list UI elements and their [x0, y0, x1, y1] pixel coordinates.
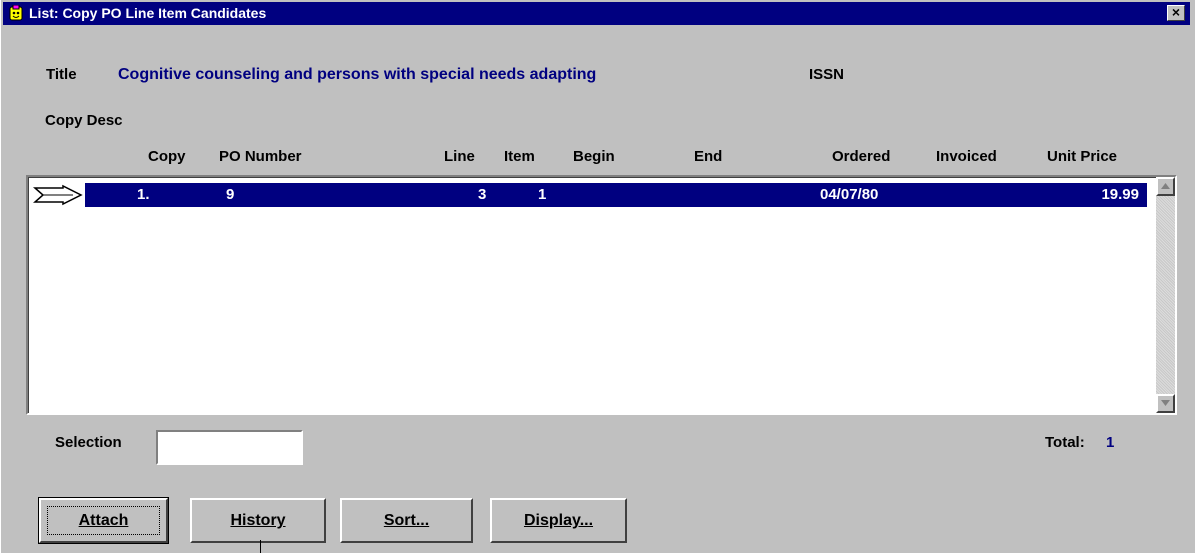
column-header-end: End: [694, 148, 723, 165]
text-cursor: [260, 540, 261, 553]
history-button[interactable]: History: [190, 498, 326, 543]
display-button[interactable]: Display...: [490, 498, 627, 543]
table-row[interactable]: 1. 9 3 1 04/07/80 19.99: [85, 183, 1147, 207]
app-icon: [9, 5, 23, 21]
focus-indicator: [47, 506, 160, 535]
title-value: Cognitive counseling and persons with sp…: [118, 66, 597, 83]
sort-button-label: Sort...: [383, 512, 430, 529]
close-icon: ×: [1171, 4, 1181, 20]
cell-po-number: 9: [226, 186, 235, 203]
title-label: Title: [46, 66, 77, 83]
column-header-item: Item: [504, 148, 535, 165]
cell-ordered: 04/07/80: [820, 186, 879, 203]
close-button[interactable]: ×: [1167, 5, 1185, 21]
cell-line: 3: [478, 186, 487, 203]
selection-input[interactable]: [156, 430, 303, 465]
cell-item: 1: [538, 186, 547, 203]
display-button-label: Display...: [523, 512, 594, 529]
column-header-copy: Copy: [148, 148, 186, 165]
column-header-ordered: Ordered: [832, 148, 891, 165]
history-button-label: History: [230, 512, 286, 529]
row-pointer-arrow-icon: [33, 184, 83, 206]
dialog-window: List: Copy PO Line Item Candidates × Tit…: [0, 0, 1195, 553]
candidates-list[interactable]: 1. 9 3 1 04/07/80 19.99: [26, 175, 1177, 415]
total-value: 1: [1106, 434, 1115, 451]
scroll-down-button[interactable]: [1156, 394, 1175, 413]
cell-copy: 1.: [137, 186, 150, 203]
window-title: List: Copy PO Line Item Candidates: [29, 5, 267, 21]
title-bar[interactable]: List: Copy PO Line Item Candidates ×: [3, 2, 1190, 25]
column-header-line: Line: [444, 148, 475, 165]
list-area: 1. 9 3 1 04/07/80 19.99: [28, 177, 1156, 413]
scroll-up-arrow-icon: [1161, 183, 1170, 189]
scroll-up-button[interactable]: [1156, 177, 1175, 196]
selection-label: Selection: [55, 434, 122, 451]
attach-button[interactable]: Attach: [38, 497, 169, 544]
column-header-unit-price: Unit Price: [1047, 148, 1118, 165]
issn-label: ISSN: [809, 66, 845, 83]
copy-desc-label: Copy Desc: [45, 112, 123, 129]
column-header-invoiced: Invoiced: [936, 148, 997, 165]
sort-button[interactable]: Sort...: [340, 498, 473, 543]
vertical-scrollbar[interactable]: [1156, 177, 1175, 413]
scroll-down-arrow-icon: [1161, 400, 1170, 406]
column-header-po-number: PO Number: [219, 148, 302, 165]
cell-unit-price: 19.99: [1101, 186, 1139, 203]
total-label: Total:: [1045, 434, 1085, 451]
column-header-begin: Begin: [573, 148, 615, 165]
